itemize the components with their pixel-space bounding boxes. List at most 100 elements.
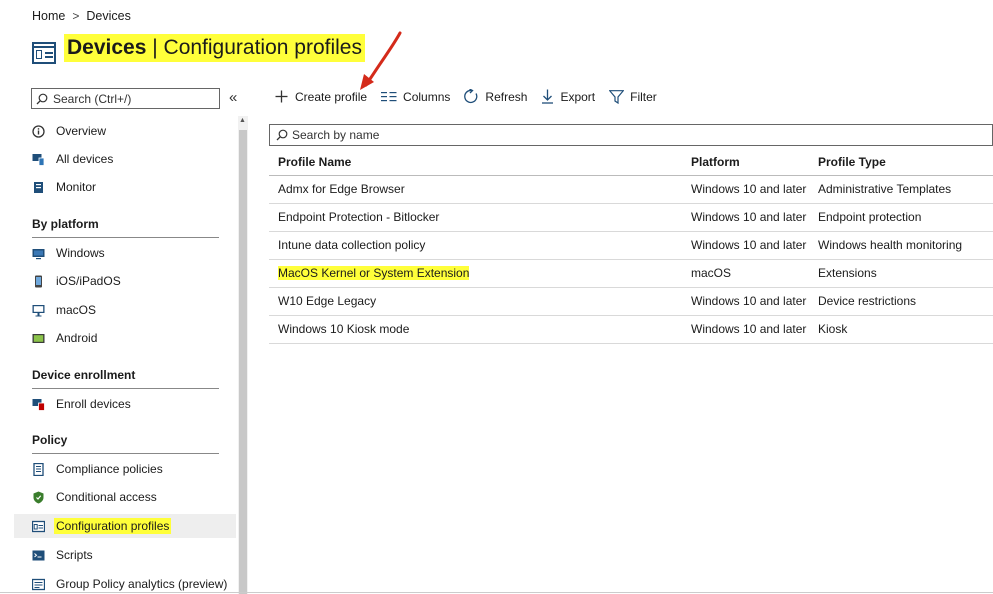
breadcrumb-separator: > [72,9,80,23]
sidebar-item-label: Android [56,331,98,345]
phone-icon [35,275,42,287]
sidebar-item-label: Configuration profiles [54,518,172,534]
scroll-up-icon[interactable]: ▲ [239,117,246,124]
sidebar-search-placeholder: Search (Ctrl+/) [53,91,132,106]
platform-cell: Windows 10 and later [682,315,809,344]
page-title-strong: Devices [67,36,147,59]
config-profiles-icon [32,520,45,532]
sidebar-item-label: Compliance policies [56,462,163,476]
profile-name-cell[interactable]: Intune data collection policy [269,231,682,260]
windows-icon [32,248,45,259]
page-title-rest: | Configuration profiles [146,36,362,59]
sidebar-item-label: Monitor [56,180,97,194]
refresh-label: Refresh [485,89,528,104]
platform-cell: macOS [682,259,809,288]
sidebar-item-all-devices[interactable]: All devices [14,147,236,171]
sidebar-item-conditional-access[interactable]: Conditional access [14,485,236,509]
filter-button[interactable]: Filter [609,90,657,104]
android-icon [32,333,45,343]
profile-type-cell: Endpoint protection [809,203,993,232]
sidebar-item-overview[interactable]: Overview [14,119,236,143]
export-button[interactable]: Export [541,89,595,104]
plus-icon [275,90,288,103]
sidebar-item-label: iOS/iPadOS [56,274,121,288]
sidebar-item-ios-ipados[interactable]: iOS/iPadOS [14,269,236,293]
table-header-row: Profile Name Platform Profile Type [269,149,993,176]
profiles-table: Profile Name Platform Profile Type Admx … [269,149,993,344]
profile-name-cell[interactable]: W10 Edge Legacy [269,287,682,316]
monitor-book-icon [34,181,43,193]
page-header: Devices | Configuration profiles [32,32,365,64]
profile-name-cell[interactable]: Windows 10 Kiosk mode [269,315,682,344]
sidebar-item-label: macOS [56,303,97,317]
profile-name-cell[interactable]: MacOS Kernel or System Extension [269,259,682,288]
profile-type-cell: Device restrictions [809,287,993,316]
script-icon [32,550,45,560]
refresh-icon [464,89,478,104]
breadcrumb-devices[interactable]: Devices [86,9,130,23]
table-row[interactable]: MacOS Kernel or System Extension macOS E… [269,259,993,288]
table-row[interactable]: Windows 10 Kiosk mode Windows 10 and lat… [269,315,993,344]
info-icon [32,124,45,138]
sidebar-item-label: All devices [56,152,114,166]
column-header-platform[interactable]: Platform [682,149,809,176]
table-row[interactable]: Endpoint Protection - Bitlocker Windows … [269,203,993,232]
section-device-enrollment: Device enrollment [32,368,219,389]
columns-label: Columns [403,89,451,104]
search-icon [276,129,288,141]
sidebar-item-label: Scripts [56,548,93,562]
column-header-profile-name[interactable]: Profile Name [269,149,682,176]
document-icon [33,462,44,476]
download-icon [542,89,554,104]
table-row[interactable]: Admx for Edge Browser Windows 10 and lat… [269,175,993,204]
table-row[interactable]: W10 Edge Legacy Windows 10 and later Dev… [269,287,993,316]
sidebar-item-monitor[interactable]: Monitor [14,175,236,199]
toolbar: Create profile Columns Refresh Export Fi… [275,89,671,104]
sidebar-scrollbar[interactable]: ▲ [238,116,248,594]
sidebar-item-enroll-devices[interactable]: Enroll devices [14,392,236,416]
page-title: Devices | Configuration profiles [64,34,365,62]
profile-type-cell: Extensions [809,259,993,288]
bottom-divider [0,592,993,593]
sidebar-item-label: Enroll devices [56,397,131,411]
platform-cell: Windows 10 and later [682,287,809,316]
sidebar-item-macos[interactable]: macOS [14,298,236,322]
columns-button[interactable]: Columns [381,90,450,104]
create-profile-label: Create profile [295,89,368,104]
sidebar-item-windows[interactable]: Windows [14,241,236,265]
enroll-icon [32,398,45,411]
sidebar-scrollbar-thumb[interactable] [239,130,247,594]
sidebar-item-group-policy-analytics[interactable]: Group Policy analytics (preview) [14,572,236,594]
profile-name-cell[interactable]: Admx for Edge Browser [269,175,682,204]
desktop-icon [32,304,45,316]
section-by-platform: By platform [32,217,219,238]
annotation-arrow-icon [360,31,402,90]
columns-icon [381,92,397,102]
sidebar-item-label: Overview [56,124,107,138]
column-header-profile-type[interactable]: Profile Type [809,149,993,176]
create-profile-button[interactable]: Create profile [275,90,367,104]
breadcrumb-home[interactable]: Home [32,9,65,23]
sidebar-item-scripts[interactable]: Scripts [14,543,236,567]
profile-search-placeholder: Search by name [292,128,380,142]
platform-cell: Windows 10 and later [682,203,809,232]
configuration-profiles-icon [32,42,56,64]
sidebar-item-android[interactable]: Android [14,326,236,350]
shield-icon [33,491,44,503]
devices-icon [32,153,45,166]
export-label: Export [560,89,596,104]
sidebar-item-compliance-policies[interactable]: Compliance policies [14,457,236,481]
refresh-button[interactable]: Refresh [464,89,527,104]
profile-name-cell[interactable]: Endpoint Protection - Bitlocker [269,203,682,232]
platform-cell: Windows 10 and later [682,175,809,204]
collapse-sidebar-button[interactable]: « [229,89,237,106]
profile-name-highlighted: MacOS Kernel or System Extension [278,266,470,280]
sidebar-search-input[interactable]: Search (Ctrl+/) [31,88,220,109]
profile-type-cell: Windows health monitoring [809,231,993,260]
section-policy: Policy [32,433,219,454]
table-row[interactable]: Intune data collection policy Windows 10… [269,231,993,260]
search-icon [36,93,48,104]
sidebar-item-configuration-profiles[interactable]: Configuration profiles [14,514,236,538]
profile-type-cell: Administrative Templates [809,175,993,204]
profile-search-input[interactable]: Search by name [269,124,993,146]
